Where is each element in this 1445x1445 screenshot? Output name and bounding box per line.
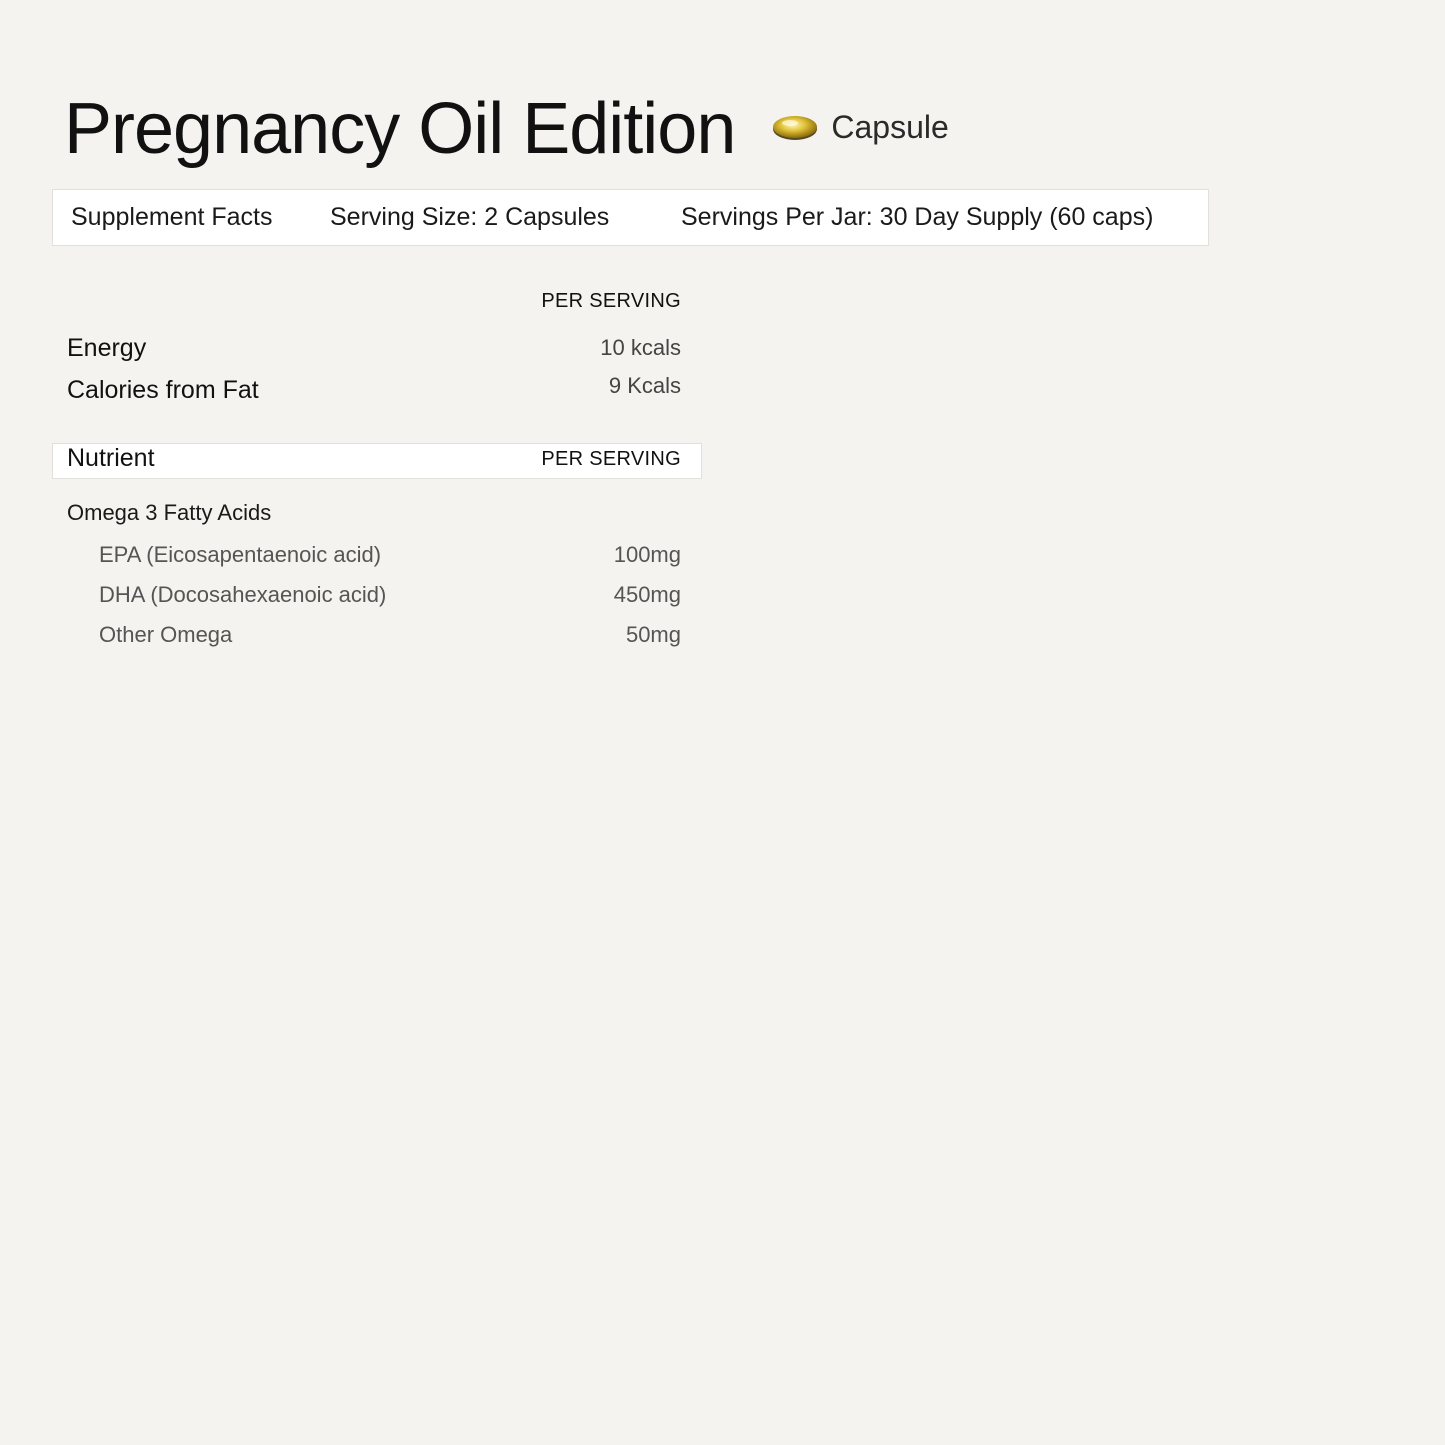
serving-size: Serving Size: 2 Capsules	[330, 203, 610, 231]
calories-from-fat-value: 9 Kcals	[608, 373, 681, 398]
title-row: Pregnancy Oil Edition Capsule	[64, 84, 949, 174]
nutrient-label: Other Omega	[99, 622, 233, 647]
supplement-facts-bar: Supplement Facts Serving Size: 2 Capsule…	[52, 189, 1209, 246]
nutrient-label: DHA (Docosahexaenoic acid)	[99, 582, 387, 607]
nutrient-value: 100mg	[613, 542, 681, 567]
nutrient-table-header: Nutrient PER SERVING	[52, 443, 702, 479]
nutrient-row: Other Omega 50mg	[99, 619, 681, 651]
energy-value: 10 kcals	[600, 335, 681, 360]
format-label: Capsule	[831, 108, 949, 145]
nutrient-value: 450mg	[613, 582, 681, 607]
calories-from-fat-label: Calories from Fat	[67, 375, 259, 404]
nutrient-row: DHA (Docosahexaenoic acid) 450mg	[99, 579, 681, 611]
format-indicator: Capsule	[771, 108, 949, 146]
energy-label: Energy	[67, 333, 147, 362]
supplement-facts-title: Supplement Facts	[71, 203, 273, 231]
nutrient-value: 50mg	[625, 622, 681, 647]
energy-row: Energy 10 kcals	[67, 330, 681, 366]
nutrient-group-label: Omega 3 Fatty Acids	[67, 500, 272, 525]
nutrient-row: EPA (Eicosapentaenoic acid) 100mg	[99, 539, 681, 571]
capsule-icon	[771, 111, 819, 143]
energy-row: Calories from Fat 9 Kcals	[67, 372, 681, 408]
energy-column-header: PER SERVING	[541, 290, 681, 312]
product-title: Pregnancy Oil Edition	[64, 89, 736, 169]
nutrient-label: EPA (Eicosapentaenoic acid)	[99, 542, 382, 567]
nutrient-column-header: PER SERVING	[541, 448, 681, 470]
servings-per-jar: Servings Per Jar: 30 Day Supply (60 caps…	[681, 203, 1154, 231]
nutrient-header-label: Nutrient	[67, 444, 155, 472]
